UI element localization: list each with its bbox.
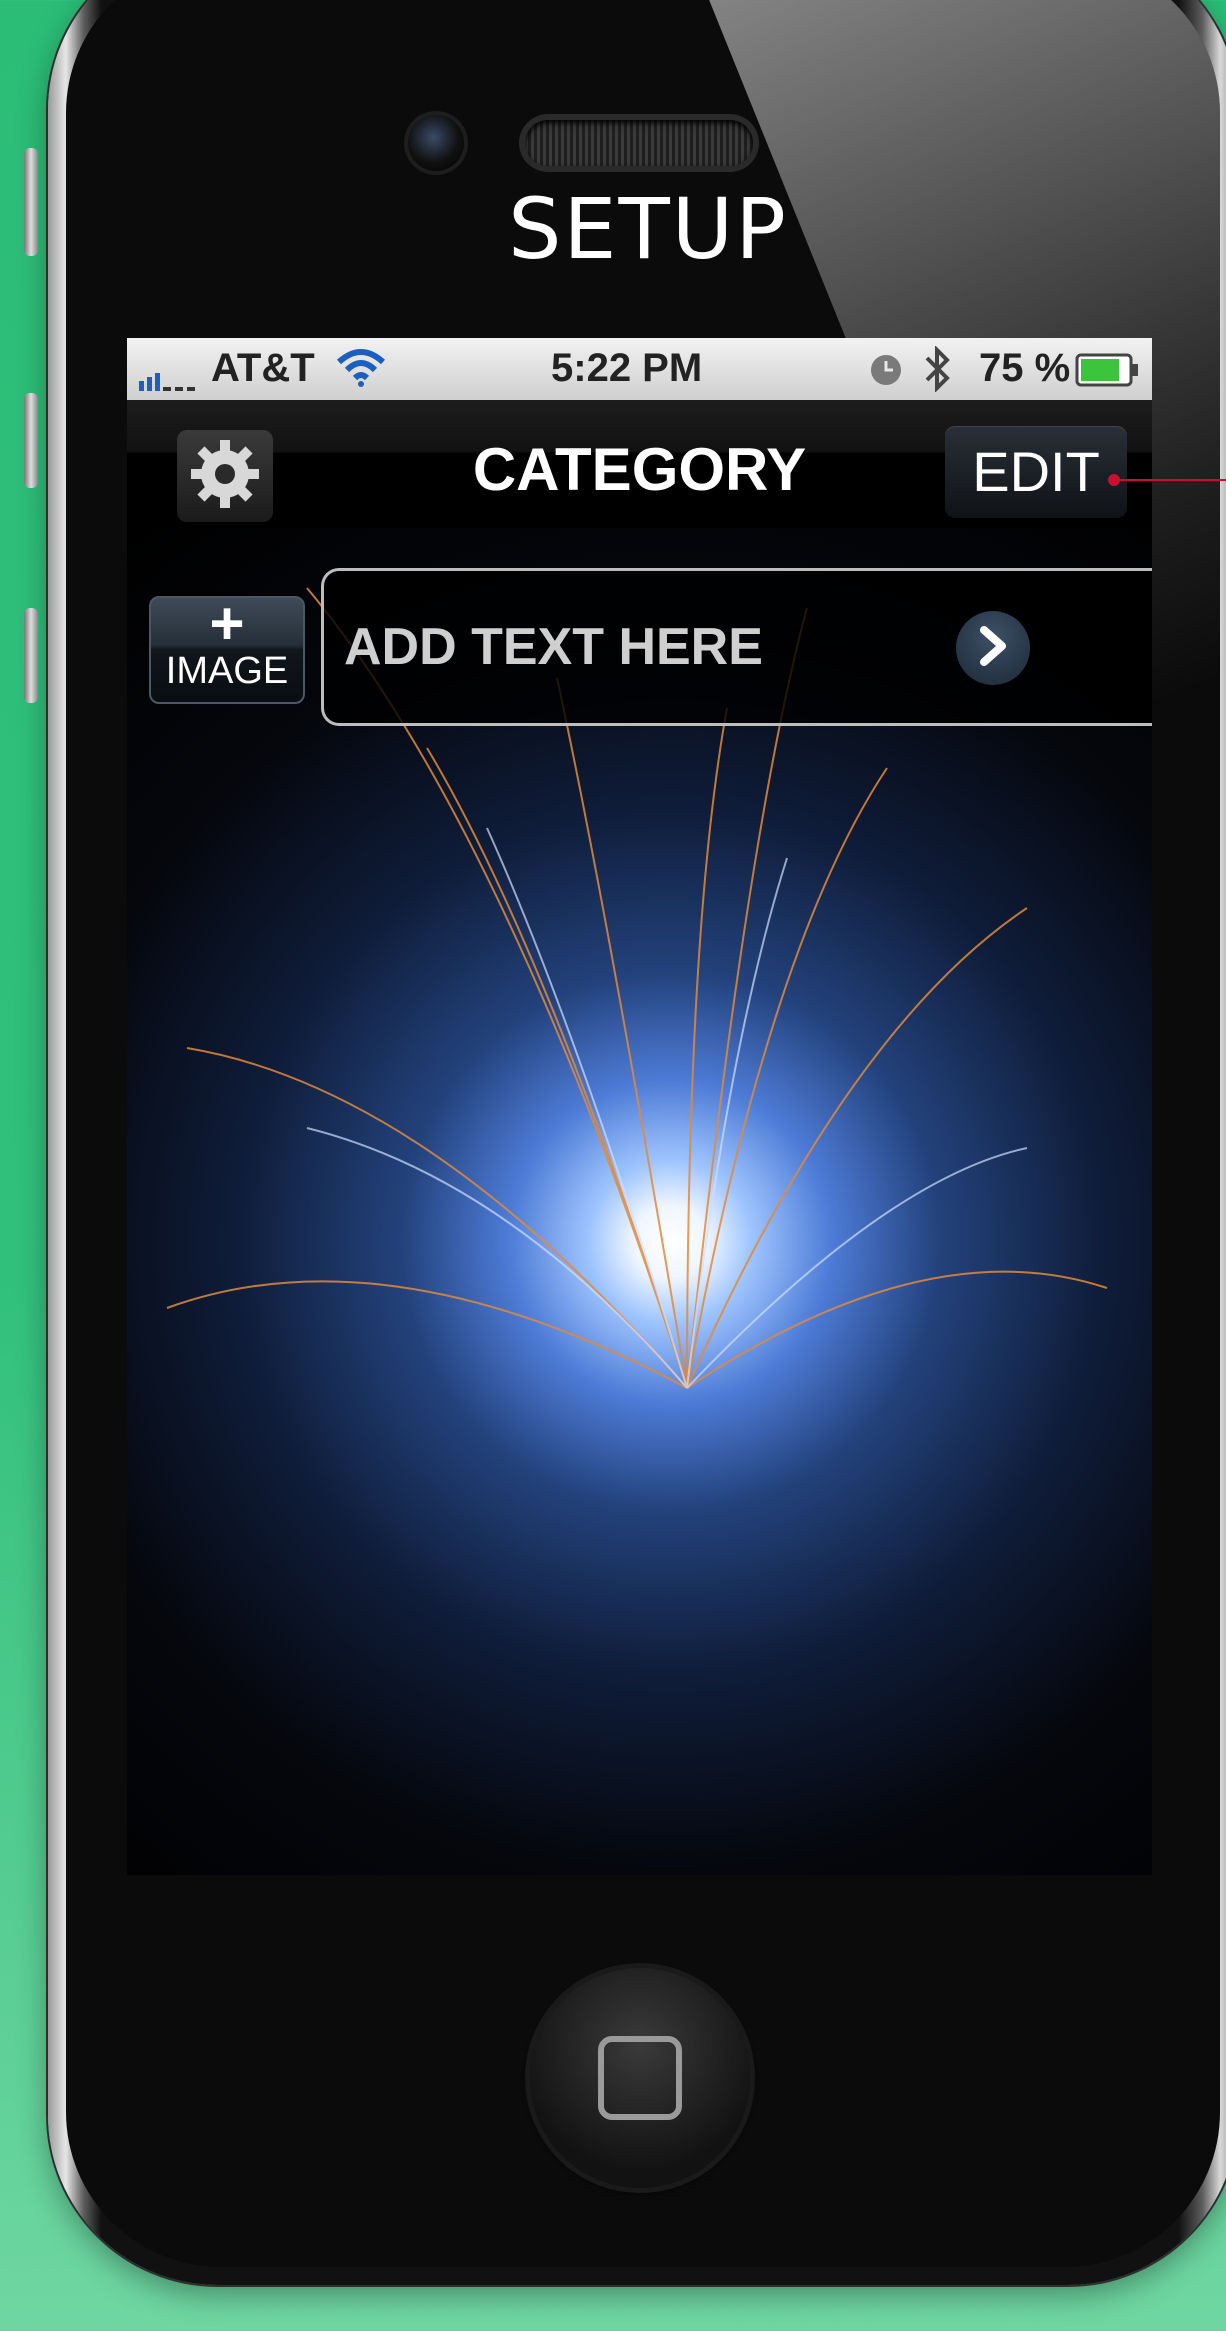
volume-up-button (24, 393, 38, 488)
plus-icon: + (209, 590, 245, 657)
phone-screen: AT&T 5:22 PM 75 % CATEGORY EDIT + IMAGE … (127, 338, 1152, 1875)
page-title: SETUP (508, 180, 788, 278)
welding-sparks-image (166, 587, 1108, 1389)
wifi-icon (335, 348, 387, 398)
front-camera (408, 115, 464, 171)
chevron-right-icon (976, 625, 1010, 671)
carrier-label: AT&T (211, 346, 315, 390)
content-area: + IMAGE ADD TEXT HERE (127, 528, 1152, 1875)
bluetooth-icon (923, 345, 953, 402)
navigation-bar: CATEGORY EDIT (127, 400, 1152, 528)
annotation-pointer-line (1113, 479, 1226, 481)
add-text-cell[interactable]: ADD TEXT HERE (321, 568, 1152, 726)
disclosure-button[interactable] (956, 611, 1030, 685)
alarm-clock-icon (869, 352, 903, 397)
annotation-pointer-dot (1108, 474, 1120, 486)
status-bar: AT&T 5:22 PM 75 % (127, 338, 1152, 400)
add-image-button[interactable]: + IMAGE (149, 590, 305, 704)
home-square-icon (598, 2036, 682, 2120)
home-button[interactable] (530, 1968, 750, 2188)
battery-percent: 75 % (979, 346, 1071, 390)
volume-down-button (24, 608, 38, 703)
add-text-placeholder: ADD TEXT HERE (344, 618, 763, 676)
add-image-label: IMAGE (165, 650, 289, 692)
battery-icon (1075, 352, 1141, 397)
earpiece-speaker (525, 120, 753, 166)
status-time: 5:22 PM (551, 346, 703, 390)
edit-button[interactable]: EDIT (945, 426, 1127, 518)
signal-bars-icon (139, 356, 209, 401)
